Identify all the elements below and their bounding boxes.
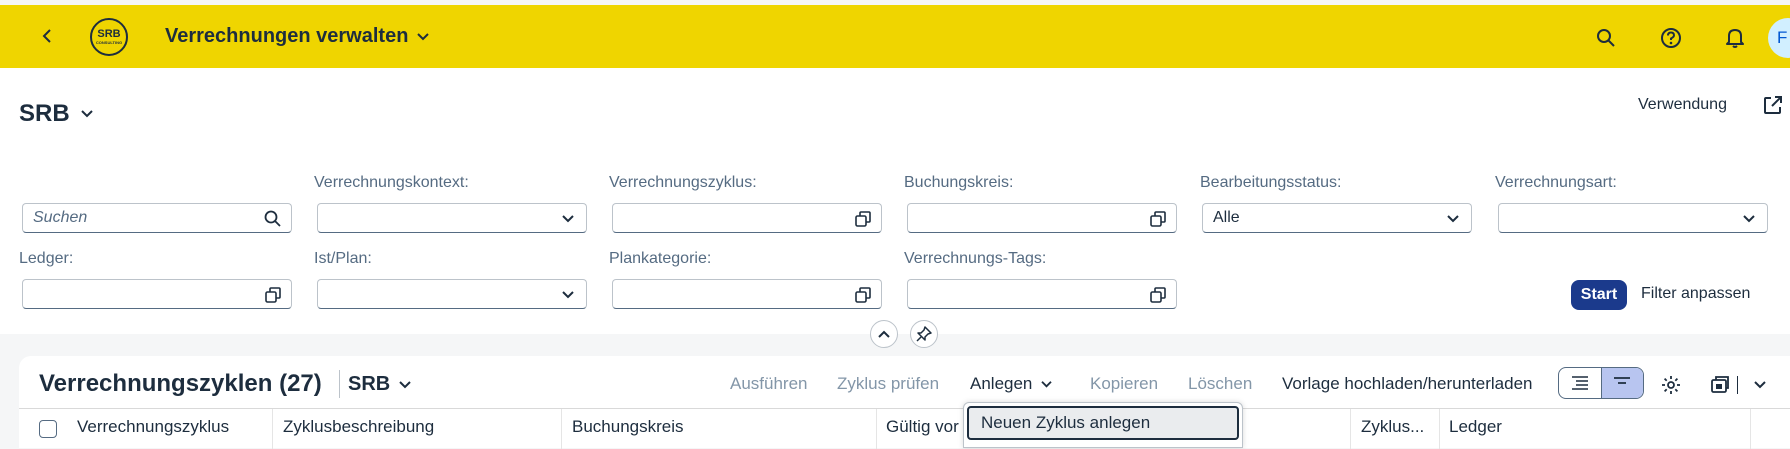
value-help-icon[interactable] [263, 285, 283, 305]
table-panel: Verrechnungszyklen (27) SRB Ausführen Zy… [19, 356, 1790, 449]
view-mode-toggle[interactable] [1558, 367, 1644, 399]
condensed-view-icon[interactable] [1600, 368, 1643, 398]
column-header[interactable]: Buchungskreis [572, 417, 684, 437]
select-all-checkbox[interactable] [39, 420, 57, 438]
help-icon[interactable] [1658, 25, 1684, 51]
chevron-up-icon [878, 330, 890, 338]
chevron-down-icon[interactable] [558, 209, 578, 229]
verrechnungskontext-select[interactable] [317, 203, 587, 233]
chevron-down-icon [80, 110, 93, 118]
value-help-icon[interactable] [853, 209, 873, 229]
back-icon[interactable] [34, 23, 60, 49]
anlegen-dropdown-menu: Neuen Zyklus anlegen [963, 402, 1243, 448]
pin-header-button[interactable] [910, 320, 938, 348]
column-divider [272, 409, 273, 449]
chevron-down-icon [1041, 380, 1053, 388]
verrechnungszyklus-label: Verrechnungszyklus: [609, 174, 757, 191]
table-variant-selector[interactable]: SRB [348, 373, 412, 396]
export-icon[interactable] [1707, 372, 1733, 398]
search-icon[interactable] [1593, 25, 1619, 51]
filter-header: SRB Verwendung Suchen Verrechnungskontex… [0, 68, 1790, 334]
chevron-down-icon[interactable] [1443, 209, 1463, 229]
divider [339, 370, 340, 398]
chevron-down-icon [399, 380, 411, 388]
value-help-icon[interactable] [853, 285, 873, 305]
column-header[interactable]: Verrechnungszyklus [77, 417, 229, 437]
filter-anpassen-button[interactable]: Filter anpassen [1641, 285, 1750, 303]
verrechnungsart-label: Verrechnungsart: [1495, 174, 1617, 191]
plankategorie-label: Plankategorie: [609, 250, 712, 267]
anlegen-menu-button[interactable]: Anlegen [970, 374, 1053, 394]
app-title-menu[interactable]: Verrechnungen verwalten [165, 25, 430, 48]
pin-icon [916, 326, 932, 342]
verrechnungskontext-label: Verrechnungskontext: [314, 174, 469, 191]
chevron-down-icon[interactable] [1747, 372, 1773, 398]
notification-bell-icon[interactable] [1722, 25, 1748, 51]
buchungskreis-input[interactable] [907, 203, 1177, 233]
collapse-header-button[interactable] [870, 320, 898, 348]
toolbar-divider [1735, 372, 1739, 398]
vorlage-button[interactable]: Vorlage hochladen/herunterladen [1282, 374, 1532, 394]
start-button[interactable]: Start [1571, 280, 1627, 310]
shell-bar: SRB CONSULTING Verrechnungen verwalten F [0, 5, 1790, 68]
loeschen-button[interactable]: Löschen [1188, 374, 1252, 394]
user-avatar[interactable]: F [1768, 18, 1790, 58]
verwendung-link[interactable]: Verwendung [1638, 96, 1727, 114]
share-icon[interactable] [1762, 94, 1786, 118]
settings-icon[interactable] [1658, 372, 1684, 398]
chevron-down-icon[interactable] [1739, 209, 1759, 229]
chevron-down-icon[interactable] [558, 285, 578, 305]
kopieren-button[interactable]: Kopieren [1090, 374, 1158, 394]
bearbeitungsstatus-label: Bearbeitungsstatus: [1200, 174, 1342, 191]
app-title: Verrechnungen verwalten [165, 25, 409, 47]
column-divider [1439, 409, 1440, 449]
table-header-row: Verrechnungszyklus Zyklusbeschreibung Bu… [19, 408, 1790, 449]
column-header[interactable]: Zyklus... [1361, 417, 1424, 437]
value-help-icon[interactable] [1148, 209, 1168, 229]
column-divider [1750, 409, 1751, 449]
search-input[interactable]: Suchen [22, 203, 292, 233]
buchungskreis-label: Buchungskreis: [904, 174, 1014, 191]
ist-plan-label: Ist/Plan: [314, 250, 372, 267]
column-divider [561, 409, 562, 449]
verrechnungsart-select[interactable] [1498, 203, 1768, 233]
plankategorie-input[interactable] [612, 279, 882, 309]
ist-plan-select[interactable] [317, 279, 587, 309]
bearbeitungsstatus-select[interactable]: Alle [1202, 203, 1472, 233]
company-logo[interactable]: SRB CONSULTING [90, 18, 128, 56]
column-header[interactable]: Ledger [1449, 417, 1502, 437]
column-header[interactable]: Zyklusbeschreibung [283, 417, 434, 437]
verrechnungs-tags-label: Verrechnungs-Tags: [904, 250, 1047, 267]
chevron-down-icon [417, 32, 430, 40]
table-title: Verrechnungszyklen (27) [39, 370, 322, 397]
zyklus-pruefen-button[interactable]: Zyklus prüfen [837, 374, 939, 394]
ausfuehren-button[interactable]: Ausführen [730, 374, 808, 394]
column-divider [1350, 409, 1351, 449]
variant-selector[interactable]: SRB [19, 100, 94, 128]
verrechnungs-tags-input[interactable] [907, 279, 1177, 309]
column-divider [876, 409, 877, 449]
value-help-icon[interactable] [1148, 285, 1168, 305]
column-header[interactable]: Gültig vor [886, 417, 959, 437]
verrechnungszyklus-input[interactable] [612, 203, 882, 233]
menu-item-neuen-zyklus-anlegen[interactable]: Neuen Zyklus anlegen [967, 406, 1239, 440]
list-view-icon[interactable] [1559, 368, 1601, 398]
ledger-label: Ledger: [19, 250, 74, 267]
ledger-input[interactable] [22, 279, 292, 309]
search-icon[interactable] [263, 209, 283, 229]
